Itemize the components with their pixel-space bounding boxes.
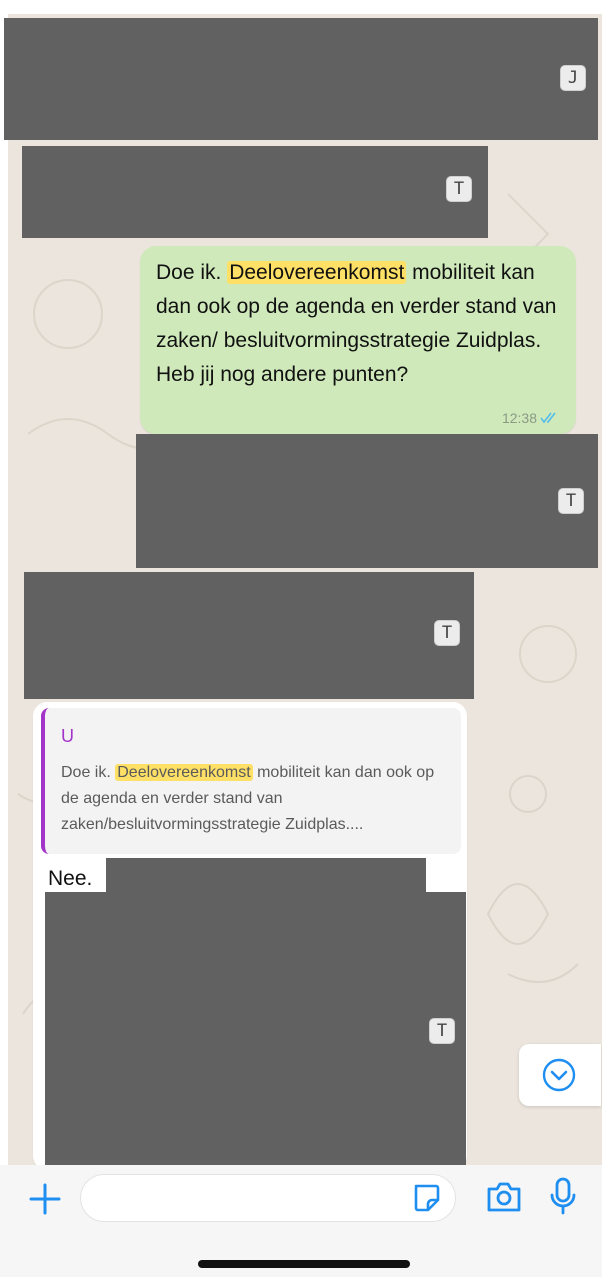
redacted-header-block: J (4, 18, 598, 140)
plus-icon[interactable] (28, 1182, 62, 1216)
redaction-label: T (434, 620, 460, 646)
microphone-icon[interactable] (548, 1176, 578, 1216)
quote-author: U (61, 726, 74, 746)
camera-icon[interactable] (485, 1180, 523, 1214)
quote-text-part: Doe ik. (61, 764, 116, 781)
redacted-message: T (136, 434, 598, 568)
quote-text: Doe ik. Deelovereenkomst mobiliteit kan … (61, 760, 453, 838)
chevron-down-icon (542, 1058, 576, 1092)
scroll-to-bottom-button[interactable] (519, 1044, 601, 1106)
message-input-field[interactable] (80, 1174, 456, 1222)
redacted-reply-body: T (45, 892, 466, 1168)
home-indicator (198, 1260, 410, 1268)
reply-text: Nee. (48, 867, 93, 890)
quoted-message[interactable]: U Doe ik. Deelovereenkomst mobiliteit ka… (41, 708, 461, 854)
redaction-label: J (560, 65, 586, 91)
search-highlight: Deelovereenkomst (227, 261, 407, 284)
search-highlight: Deelovereenkomst (115, 764, 253, 781)
redaction-label: T (446, 176, 472, 202)
message-input[interactable] (95, 1183, 395, 1213)
message-time: 12:38 (501, 410, 537, 426)
outgoing-message-text: Doe ik. Deelovereenkomst mobiliteit kan … (156, 256, 566, 392)
redacted-reply-line (106, 858, 426, 894)
double-check-icon (540, 412, 556, 424)
redacted-message: T (22, 146, 488, 238)
redaction-label: T (558, 488, 584, 514)
message-meta: 12:38 (502, 410, 560, 426)
redaction-label: T (429, 1018, 455, 1044)
message-text-part: Doe ik. (156, 261, 228, 284)
redacted-message: T (24, 572, 474, 699)
outgoing-message-bubble[interactable]: Doe ik. Deelovereenkomst mobiliteit kan … (140, 246, 576, 434)
sticker-icon[interactable] (410, 1182, 442, 1214)
